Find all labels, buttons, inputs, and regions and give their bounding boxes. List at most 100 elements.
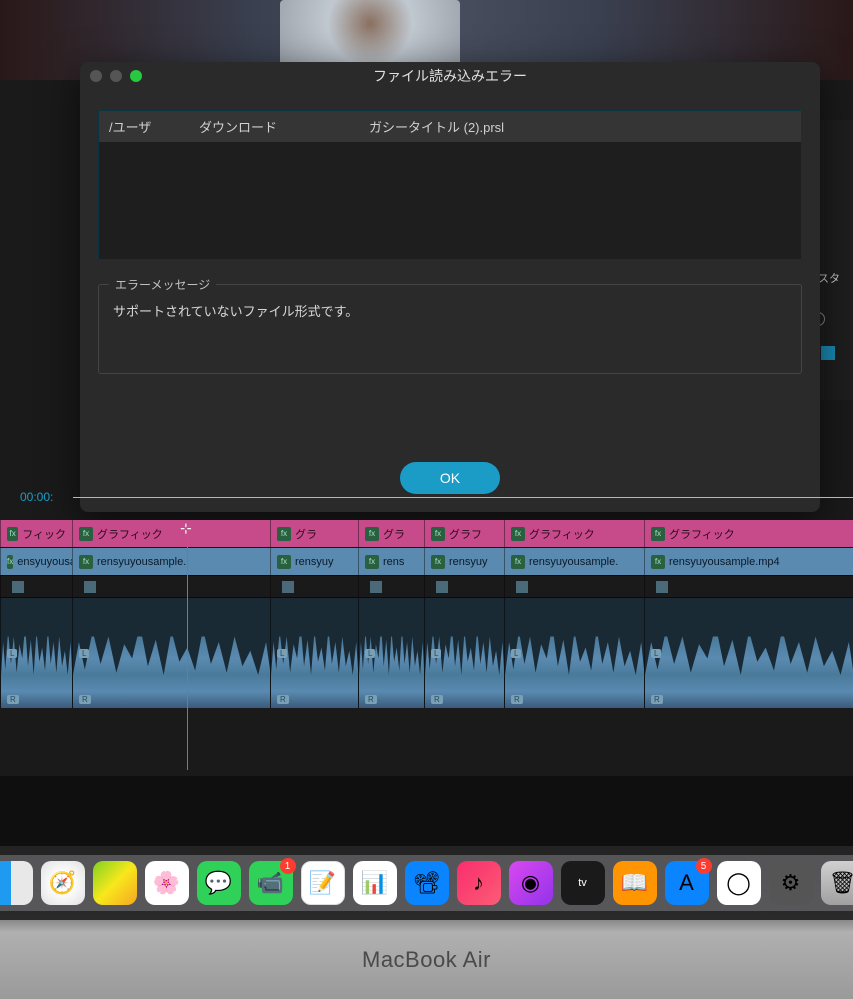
music-icon[interactable]: ♪ xyxy=(457,861,501,905)
error-message-group: エラーメッセージ サポートされていないファイル形式です。 xyxy=(98,284,802,374)
notification-badge: 5 xyxy=(696,858,712,874)
time-ruler[interactable] xyxy=(73,497,853,498)
timeline[interactable]: ⊹ fxフィックfxグラフィックfxグラfxグラfxグラフfxグラフィックfxグ… xyxy=(0,520,853,708)
chrome-icon[interactable]: ◯ xyxy=(717,861,761,905)
safari-icon[interactable]: 🧭 xyxy=(41,861,85,905)
graphics-clip[interactable]: fxグラフィック xyxy=(644,520,853,547)
fx-badge-icon: fx xyxy=(79,527,93,541)
laptop-model-label: MacBook Air xyxy=(362,947,491,973)
file-row[interactable]: /ユーザ ダウンロード ガシータイトル (2).prsl xyxy=(99,111,801,142)
marker-icon xyxy=(12,581,24,593)
numbers-icon[interactable]: 📊 xyxy=(353,861,397,905)
error-dialog: ファイル読み込みエラー /ユーザ ダウンロード ガシータイトル (2).prsl… xyxy=(80,62,820,512)
video-clip[interactable]: fxrensyuy xyxy=(270,548,358,575)
channel-label: R xyxy=(79,695,91,704)
marker-icon xyxy=(370,581,382,593)
error-label: エラーメッセージ xyxy=(109,276,216,293)
graphics-clip[interactable]: fxグラ xyxy=(358,520,424,547)
lower-panel xyxy=(0,776,853,846)
audio-clip[interactable]: LR xyxy=(504,598,644,708)
channel-label: L xyxy=(651,649,661,658)
fx-badge-icon: fx xyxy=(7,527,18,541)
channel-label: R xyxy=(511,695,523,704)
graphics-clip[interactable]: fxフィック xyxy=(0,520,72,547)
messages-icon[interactable]: 💬 xyxy=(197,861,241,905)
file-path-segment: /ユーザ xyxy=(109,117,169,136)
channel-label: L xyxy=(277,649,287,658)
video-clip[interactable]: fxrensyuyousample. xyxy=(504,548,644,575)
marker-cell[interactable] xyxy=(504,576,644,597)
fx-badge-icon: fx xyxy=(277,555,291,569)
podcasts-icon[interactable]: ◉ xyxy=(509,861,553,905)
fx-badge-icon: fx xyxy=(431,555,445,569)
photos-icon[interactable]: 🌸 xyxy=(145,861,189,905)
playhead[interactable] xyxy=(187,540,188,770)
marker-icon xyxy=(436,581,448,593)
trash-icon[interactable]: 🗑 xyxy=(821,861,853,905)
side-color-swatch[interactable] xyxy=(821,346,835,360)
fx-badge-icon: fx xyxy=(365,527,379,541)
channel-label: R xyxy=(277,695,289,704)
marker-cell[interactable] xyxy=(72,576,270,597)
marker-cell[interactable] xyxy=(270,576,358,597)
channel-label: L xyxy=(511,649,521,658)
dialog-title: ファイル読み込みエラー xyxy=(80,66,820,86)
appstore-icon[interactable]: A5 xyxy=(665,861,709,905)
audio-track[interactable]: LRLRLRLRLRLRLR xyxy=(0,598,853,708)
books-icon[interactable]: 📖 xyxy=(613,861,657,905)
graphics-clip[interactable]: fxグラ xyxy=(270,520,358,547)
marker-cell[interactable] xyxy=(424,576,504,597)
dock-area: 🧭 🌸 💬 📹1 📝 📊 📽 ♪ ◉ tv 📖 A5 ◯ ⚙ 🗑 xyxy=(0,846,853,920)
marker-cell[interactable] xyxy=(644,576,853,597)
audio-clip[interactable]: LR xyxy=(270,598,358,708)
fx-badge-icon: fx xyxy=(651,555,665,569)
graphics-clip[interactable]: fxグラフ xyxy=(424,520,504,547)
video-clip[interactable]: fxrensyuy xyxy=(424,548,504,575)
channel-label: R xyxy=(7,695,19,704)
marker-cell[interactable] xyxy=(0,576,72,597)
timecode-display[interactable]: 00:00: xyxy=(20,490,53,504)
keynote-icon[interactable]: 📽 xyxy=(405,861,449,905)
fx-badge-icon: fx xyxy=(431,527,445,541)
maps-icon[interactable] xyxy=(93,861,137,905)
marker-icon xyxy=(656,581,668,593)
waveform xyxy=(505,598,644,708)
file-name: ガシータイトル (2).prsl xyxy=(369,117,504,136)
laptop-bezel: MacBook Air xyxy=(0,920,853,999)
audio-clip[interactable]: LR xyxy=(358,598,424,708)
audio-clip[interactable]: LR xyxy=(424,598,504,708)
audio-clip[interactable]: LR xyxy=(644,598,853,708)
fx-badge-icon: fx xyxy=(511,527,525,541)
channel-label: R xyxy=(365,695,377,704)
video-clip[interactable]: fxrensyuyousample. xyxy=(72,548,270,575)
facetime-icon[interactable]: 📹1 xyxy=(249,861,293,905)
video-clip[interactable]: fxrens xyxy=(358,548,424,575)
video-track[interactable]: fxensyuyousafxrensyuyousample.fxrensyuyf… xyxy=(0,548,853,576)
marker-icon xyxy=(84,581,96,593)
graphics-track[interactable]: fxフィックfxグラフィックfxグラfxグラfxグラフfxグラフィックfxグラフ… xyxy=(0,520,853,548)
channel-label: R xyxy=(431,695,443,704)
file-list: /ユーザ ダウンロード ガシータイトル (2).prsl xyxy=(98,110,802,260)
fx-badge-icon: fx xyxy=(651,527,665,541)
fx-badge-icon: fx xyxy=(511,555,525,569)
audio-clip[interactable]: LR xyxy=(72,598,270,708)
notes-icon[interactable]: 📝 xyxy=(301,861,345,905)
fx-badge-icon: fx xyxy=(79,555,93,569)
dock: 🧭 🌸 💬 📹1 📝 📊 📽 ♪ ◉ tv 📖 A5 ◯ ⚙ 🗑 xyxy=(0,855,853,911)
marker-cell[interactable] xyxy=(358,576,424,597)
audio-clip[interactable]: LR xyxy=(0,598,72,708)
fx-badge-icon: fx xyxy=(365,555,379,569)
file-path-segment: ダウンロード xyxy=(199,117,339,136)
waveform xyxy=(73,598,270,708)
marker-track[interactable] xyxy=(0,576,853,598)
channel-label: R xyxy=(651,695,663,704)
video-clip[interactable]: fxrensyuyousample.mp4 xyxy=(644,548,853,575)
graphics-clip[interactable]: fxグラフィック xyxy=(504,520,644,547)
finder-icon[interactable] xyxy=(0,861,33,905)
settings-icon[interactable]: ⚙ xyxy=(769,861,813,905)
marker-icon xyxy=(282,581,294,593)
video-clip[interactable]: fxensyuyousa xyxy=(0,548,72,575)
appletv-icon[interactable]: tv xyxy=(561,861,605,905)
error-message-text: サポートされていないファイル形式です。 xyxy=(113,297,787,320)
graphics-clip[interactable]: fxグラフィック xyxy=(72,520,270,547)
